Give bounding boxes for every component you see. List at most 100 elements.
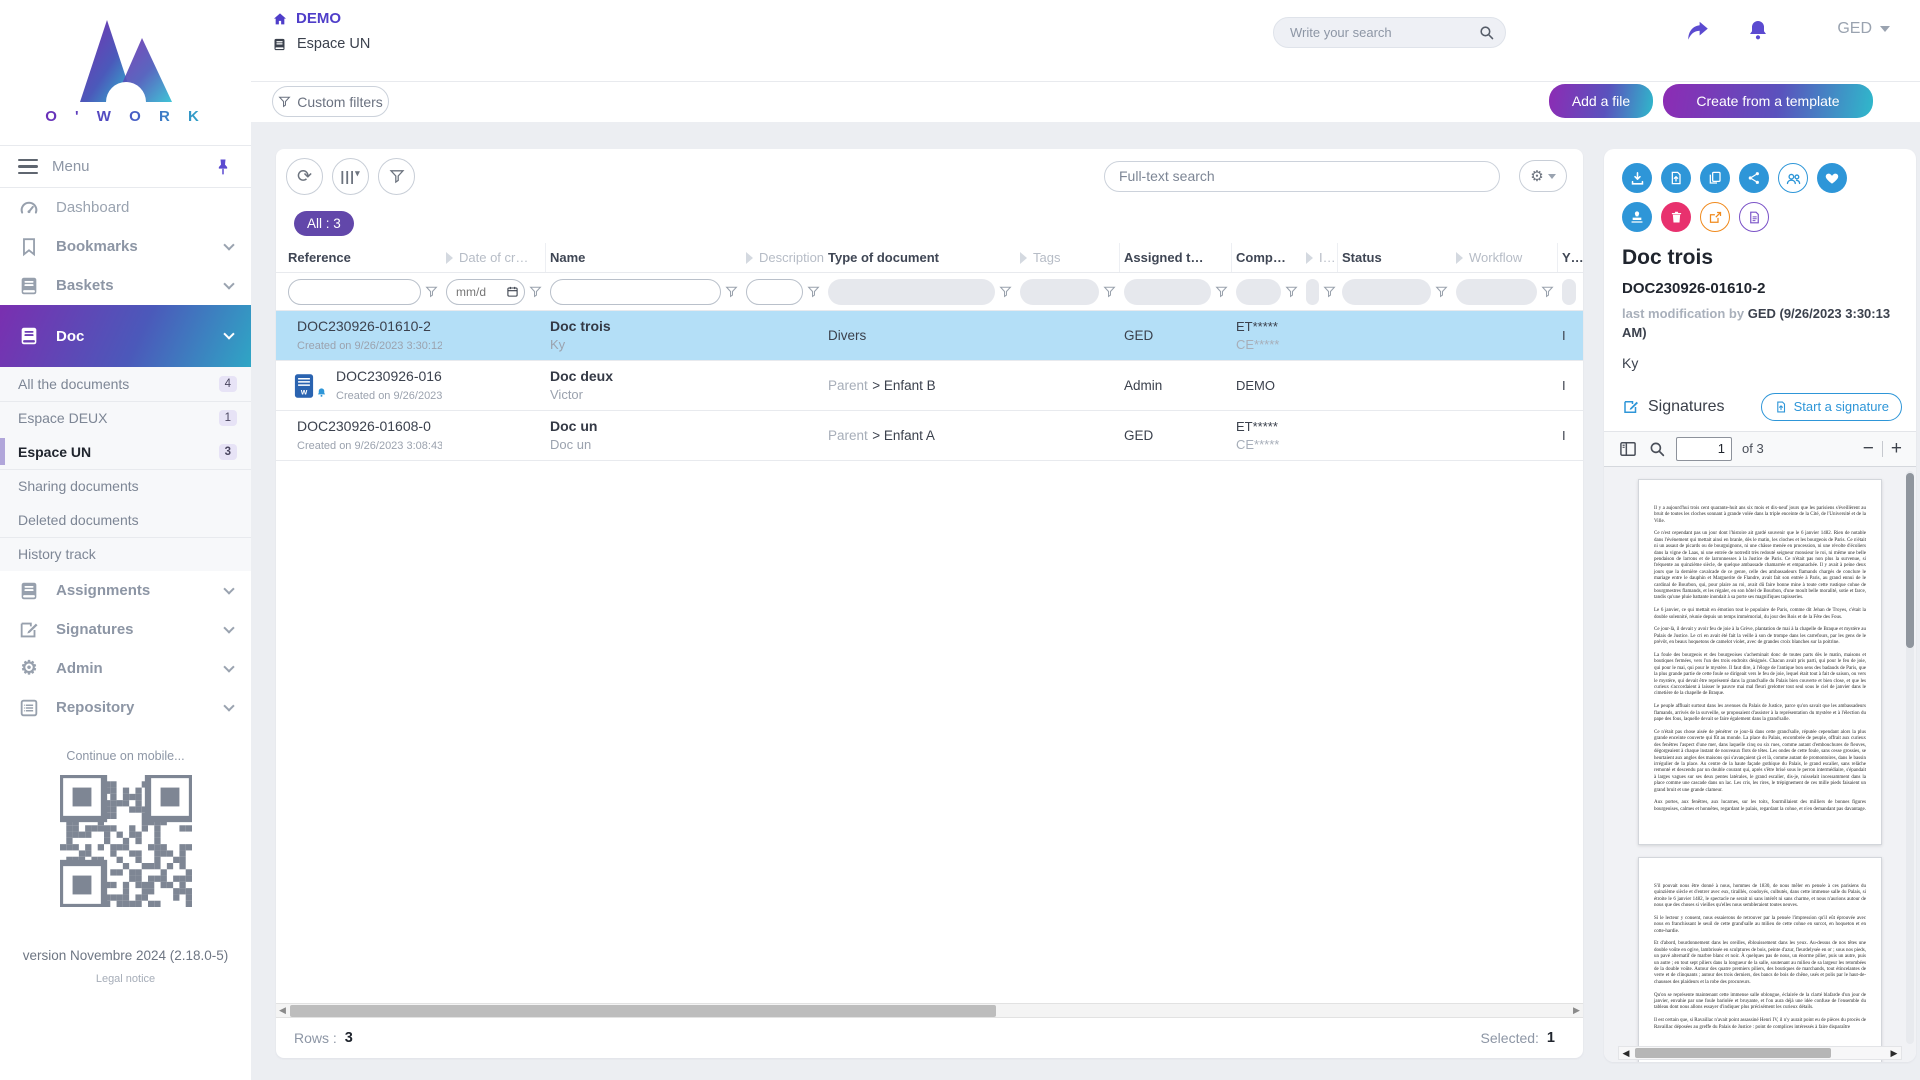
filter-type-select[interactable] (828, 279, 995, 305)
sidebar-item-all-documents[interactable]: All the documents 4 (0, 367, 251, 401)
toggle-thumbnails-icon[interactable] (1618, 439, 1638, 459)
column-header-assigned[interactable]: Assigned t… (1120, 243, 1232, 272)
filter-workflow-select[interactable] (1456, 279, 1537, 305)
table-row[interactable]: DOC230926-01608-0Created on 9/26/2023 3:… (276, 411, 1583, 461)
filter-y-select[interactable] (1562, 279, 1576, 305)
create-from-template-button[interactable]: Create from a template (1663, 84, 1873, 118)
breadcrumb-home[interactable]: DEMO (272, 10, 370, 27)
scroll-left-arrow-icon[interactable]: ◀ (1619, 1047, 1633, 1059)
table-settings-button[interactable]: ⚙ (1519, 160, 1567, 192)
sidebar-item-dashboard[interactable]: Dashboard (0, 188, 251, 227)
pdf-horizontal-scrollbar[interactable]: ◀ ▶ (1618, 1046, 1902, 1060)
hamburger-icon[interactable] (18, 159, 38, 175)
sidebar-item-espace-un[interactable]: Espace UN 3 (0, 435, 251, 469)
global-search-input[interactable] (1290, 25, 1478, 40)
funnel-icon[interactable] (807, 285, 820, 298)
share-icon[interactable] (1685, 18, 1711, 44)
sidebar-item-history-track[interactable]: History track (0, 537, 251, 571)
notifications-bell-icon[interactable] (1746, 18, 1770, 42)
sidebar-item-admin[interactable]: ⚙ Admin (0, 649, 251, 688)
funnel-icon[interactable] (1215, 285, 1228, 298)
legal-notice-link[interactable]: Legal notice (0, 973, 251, 985)
scrollbar-thumb[interactable] (290, 1005, 996, 1017)
custom-filters-button[interactable]: Custom filters (272, 86, 389, 117)
column-header-comp[interactable]: Comp… (1232, 243, 1302, 272)
column-header-reference[interactable]: Reference (284, 243, 442, 272)
column-header-description[interactable]: Description (742, 243, 824, 272)
column-header-name[interactable]: Name (546, 243, 742, 272)
column-header-y[interactable]: Y… (1558, 243, 1583, 272)
sidebar-item-signatures[interactable]: Signatures (0, 610, 251, 649)
columns-button[interactable]: |||▾ (332, 158, 369, 195)
user-menu[interactable]: GED (1837, 20, 1890, 38)
sidebar-item-repository[interactable]: Repository (0, 688, 251, 727)
sidebar-item-deleted-documents[interactable]: Deleted documents (0, 503, 251, 537)
stamp-button[interactable] (1622, 202, 1652, 232)
scroll-right-arrow-icon[interactable]: ▶ (1570, 1005, 1583, 1016)
zoom-in-button[interactable]: + (1891, 439, 1902, 458)
download-button[interactable] (1622, 163, 1652, 193)
sidebar-item-assignments[interactable]: Assignments (0, 571, 251, 610)
refresh-button[interactable]: ⟳ (286, 158, 323, 195)
sidebar-item-espace-deux[interactable]: Espace DEUX 1 (0, 401, 251, 435)
sidebar-item-baskets[interactable]: Baskets (0, 266, 251, 305)
page-number-input[interactable] (1676, 437, 1732, 461)
filter-i-select[interactable] (1306, 279, 1319, 305)
share-button[interactable] (1739, 163, 1769, 193)
funnel-icon[interactable] (725, 285, 738, 298)
column-header-i[interactable]: I… (1302, 243, 1338, 272)
filter-description-input[interactable] (746, 279, 803, 305)
assign-users-button[interactable] (1778, 163, 1808, 193)
chevron-down-icon (223, 278, 234, 289)
column-header-workflow[interactable]: Workflow (1452, 243, 1558, 272)
column-header-tags[interactable]: Tags (1016, 243, 1120, 272)
document-properties-button[interactable] (1739, 202, 1769, 232)
funnel-icon[interactable] (1103, 285, 1116, 298)
column-header-date[interactable]: Date of cr… (442, 243, 546, 272)
add-a-file-button[interactable]: Add a file (1549, 84, 1653, 118)
menu-toggle-row[interactable]: Menu (0, 146, 251, 188)
pdf-vertical-scrollbar[interactable] (1906, 471, 1914, 1044)
table-row[interactable]: DOC230926-01609-0Created on 9/26/2023 3:… (276, 361, 1583, 411)
table-row[interactable]: DOC230926-01610-2Created on 9/26/2023 3:… (276, 311, 1583, 361)
scrollbar-thumb[interactable] (1635, 1048, 1831, 1058)
fulltext-search-input[interactable] (1119, 168, 1485, 184)
zoom-out-button[interactable]: − (1863, 439, 1874, 458)
start-signature-button[interactable]: Start a signature (1761, 393, 1902, 421)
search-document-icon[interactable] (1648, 439, 1666, 459)
filter-reference-input[interactable] (288, 279, 421, 305)
filter-tags-select[interactable] (1020, 279, 1099, 305)
scroll-right-arrow-icon[interactable]: ▶ (1887, 1047, 1901, 1059)
filter-button[interactable] (378, 158, 415, 195)
funnel-icon[interactable] (529, 285, 542, 298)
calendar-icon[interactable] (506, 285, 519, 298)
sidebar-item-doc[interactable]: Doc (0, 305, 251, 367)
funnel-icon[interactable] (1541, 285, 1554, 298)
filter-name-input[interactable] (550, 279, 721, 305)
filter-comp-select[interactable] (1236, 279, 1281, 305)
upload-version-button[interactable] (1661, 163, 1691, 193)
assignments-icon (18, 580, 40, 602)
sidebar-item-bookmarks[interactable]: Bookmarks (0, 227, 251, 266)
scroll-left-arrow-icon[interactable]: ◀ (276, 1005, 289, 1016)
copy-button[interactable] (1700, 163, 1730, 193)
sidebar-item-sharing-documents[interactable]: Sharing documents (0, 469, 251, 503)
funnel-icon[interactable] (1323, 285, 1336, 298)
filter-assigned-select[interactable] (1124, 279, 1211, 305)
pin-sidebar-icon[interactable] (213, 157, 233, 177)
table-horizontal-scrollbar[interactable]: ◀ ▶ (276, 1003, 1583, 1018)
search-icon[interactable] (1478, 24, 1495, 41)
delete-button[interactable] (1661, 202, 1691, 232)
funnel-icon[interactable] (425, 285, 438, 298)
favorite-button[interactable] (1817, 163, 1847, 193)
funnel-icon[interactable] (999, 285, 1012, 298)
open-external-button[interactable] (1700, 202, 1730, 232)
breadcrumb-space[interactable]: Espace UN (272, 36, 370, 52)
column-header-status[interactable]: Status (1338, 243, 1452, 272)
funnel-icon[interactable] (1435, 285, 1448, 298)
filter-status-select[interactable] (1342, 279, 1431, 305)
funnel-icon[interactable] (1285, 285, 1298, 298)
scrollbar-thumb[interactable] (1906, 473, 1914, 648)
column-header-type[interactable]: Type of document (824, 243, 1016, 272)
filter-chip-all[interactable]: All : 3 (294, 211, 354, 236)
